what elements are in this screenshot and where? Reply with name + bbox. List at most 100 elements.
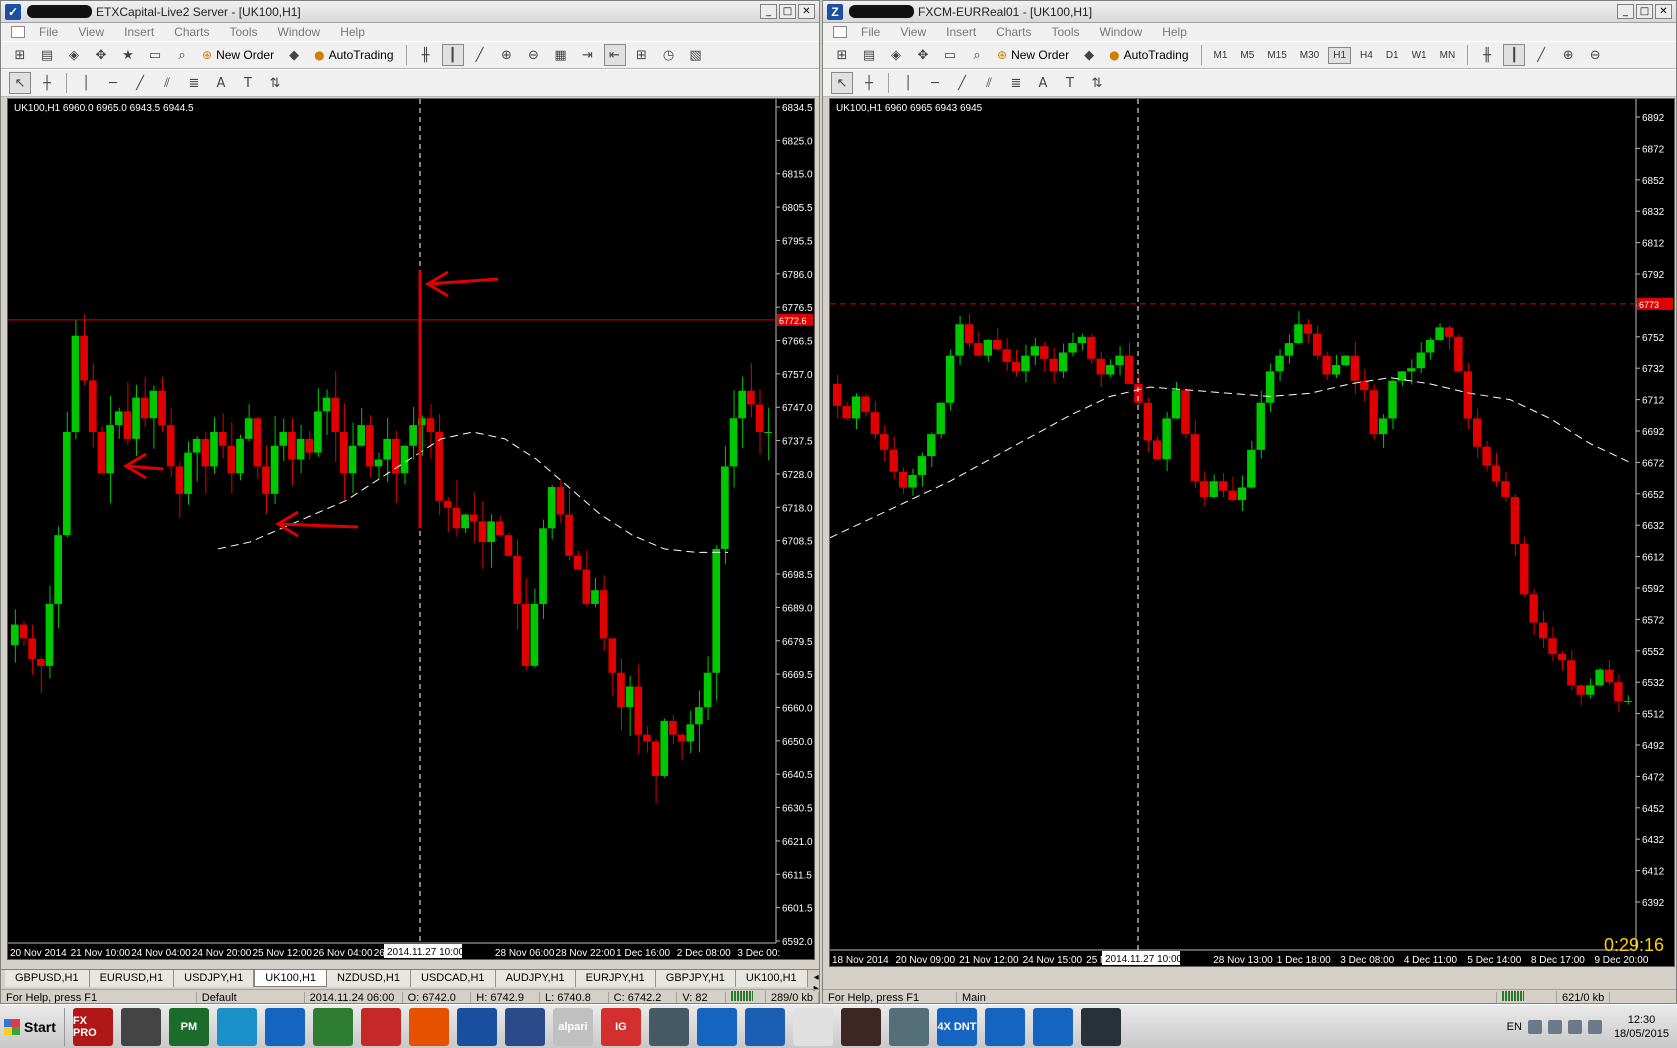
tab-gbpusd[interactable]: GBPUSD,H1 [5, 970, 90, 987]
bar-chart-icon[interactable]: ╫ [415, 44, 437, 66]
taskbar-app-12[interactable] [648, 1007, 689, 1046]
terminal-icon[interactable]: ▭ [144, 44, 166, 66]
tab-audjpy[interactable]: AUDJPY,H1 [495, 970, 576, 987]
taskbar-app-18[interactable]: 4X DNT [936, 1007, 977, 1046]
fibonacci-icon[interactable]: ≣ [183, 72, 205, 94]
taskbar-app-15[interactable] [792, 1007, 833, 1046]
channel-icon[interactable]: ⫽ [978, 72, 1000, 94]
taskbar-app-4[interactable] [264, 1007, 305, 1046]
data-window-icon[interactable]: ✥ [90, 44, 112, 66]
taskbar-app-9[interactable] [504, 1007, 545, 1046]
taskbar-app-20[interactable] [1032, 1007, 1073, 1046]
horizontal-line-icon[interactable]: ─ [102, 72, 124, 94]
left-price-chart[interactable]: 6834.5 6825.0 6815.0 6805.5 6795.5 6786.0 6776… [8, 99, 816, 961]
menu-window[interactable]: Window [1090, 25, 1153, 39]
tab-usdjpy[interactable]: USDJPY,H1 [174, 970, 255, 987]
menu-help[interactable]: Help [1152, 25, 1197, 39]
periods-icon[interactable]: ◷ [658, 44, 680, 66]
vertical-line-icon[interactable]: │ [75, 72, 97, 94]
trendline-icon[interactable]: ╱ [951, 72, 973, 94]
menu-file[interactable]: File [29, 25, 68, 39]
fibonacci-icon[interactable]: ≣ [1005, 72, 1027, 94]
taskbar-app-10[interactable]: alpari [552, 1007, 593, 1046]
line-chart-icon[interactable]: ╱ [469, 44, 491, 66]
line-chart-icon[interactable]: ╱ [1530, 44, 1552, 66]
candlestick-icon[interactable]: ┃ [441, 44, 464, 66]
arrows-icon[interactable]: ⇅ [1086, 72, 1108, 94]
indicators-icon[interactable]: ⊞ [631, 44, 653, 66]
channel-icon[interactable]: ⫽ [156, 72, 178, 94]
tab-gbpjpy[interactable]: GBPJPY,H1 [655, 970, 736, 987]
zoom-out-icon[interactable]: ⊖ [523, 44, 545, 66]
market-watch-icon[interactable]: ◈ [63, 44, 85, 66]
taskbar-app-6[interactable] [360, 1007, 401, 1046]
system-clock[interactable]: 12:30 18/05/2015 [1614, 1013, 1669, 1041]
maximize-button[interactable]: □ [779, 4, 796, 19]
market-watch-icon[interactable]: ◈ [885, 44, 907, 66]
new-order-button[interactable]: ⊕ New Order [198, 48, 278, 62]
timeframe-m30[interactable]: M30 [1296, 48, 1323, 63]
strategy-tester-icon[interactable]: ⌕ [966, 44, 988, 66]
start-button[interactable]: Start [0, 1007, 65, 1046]
taskbar-app-11[interactable]: IG [600, 1007, 641, 1046]
volume-icon[interactable] [1567, 1019, 1582, 1034]
menu-insert[interactable]: Insert [936, 25, 986, 39]
menu-view[interactable]: View [68, 25, 114, 39]
tab-scroll-icon[interactable]: ◂ ▸ [808, 970, 819, 994]
templates-icon[interactable]: ▧ [685, 44, 707, 66]
autoscroll-icon[interactable]: ⇥ [577, 44, 599, 66]
cursor-icon[interactable]: ↖ [831, 72, 853, 94]
autotrading-button[interactable]: ● AutoTrading [310, 48, 397, 62]
bar-chart-icon[interactable]: ╫ [1476, 44, 1498, 66]
navigator-icon[interactable]: ★ [117, 44, 139, 66]
right-price-chart[interactable]: 6892687268526832681267926772675267326712… [830, 99, 1676, 968]
arrows-icon[interactable]: ⇅ [264, 72, 286, 94]
right-chart-area[interactable]: 6892687268526832681267926772675267326712… [829, 98, 1675, 967]
navigator-icon[interactable]: ▭ [939, 44, 961, 66]
profiles-icon[interactable]: ▤ [36, 44, 58, 66]
new-chart-icon[interactable]: ⊞ [9, 44, 31, 66]
minimize-button[interactable]: _ [760, 4, 777, 19]
chart-shift-icon[interactable]: ⇤ [603, 44, 626, 66]
language-indicator[interactable]: EN [1507, 1021, 1522, 1033]
horizontal-line-icon[interactable]: ─ [924, 72, 946, 94]
menu-tools[interactable]: Tools [220, 25, 268, 39]
text-icon[interactable]: A [210, 72, 232, 94]
timeframe-m5[interactable]: M5 [1236, 48, 1258, 63]
minimize-button[interactable]: _ [1617, 4, 1634, 19]
close-button[interactable]: ✕ [798, 4, 815, 19]
menu-help[interactable]: Help [330, 25, 375, 39]
new-order-button[interactable]: ⊕ New Order [993, 48, 1073, 62]
profiles-icon[interactable]: ▤ [858, 44, 880, 66]
autotrading-button[interactable]: ● AutoTrading [1105, 48, 1192, 62]
timeframe-mn[interactable]: MN [1436, 48, 1460, 63]
tab-uk100-second[interactable]: UK100,H1 [735, 970, 808, 987]
tab-eurjpy[interactable]: EURJPY,H1 [575, 970, 656, 987]
taskbar-app-19[interactable] [984, 1007, 1025, 1046]
timeframe-h1[interactable]: H1 [1328, 46, 1352, 64]
timeframe-m15[interactable]: M15 [1263, 48, 1290, 63]
menu-file[interactable]: File [851, 25, 890, 39]
taskbar-app-8[interactable] [456, 1007, 497, 1046]
taskbar-app-13[interactable] [696, 1007, 737, 1046]
zoom-in-icon[interactable]: ⊕ [496, 44, 518, 66]
maximize-button[interactable]: □ [1636, 4, 1653, 19]
tab-usdcad[interactable]: USDCAD,H1 [410, 970, 496, 987]
trendline-icon[interactable]: ╱ [129, 72, 151, 94]
cursor-icon[interactable]: ↖ [9, 72, 31, 94]
taskbar-app-17[interactable] [888, 1007, 929, 1046]
taskbar-app-3[interactable] [216, 1007, 257, 1046]
text-label-icon[interactable]: T [1059, 72, 1081, 94]
strategy-tester-icon[interactable]: ⌕ [171, 44, 193, 66]
text-icon[interactable]: A [1032, 72, 1054, 94]
taskbar-app-21[interactable] [1080, 1007, 1121, 1046]
tray-icon[interactable] [1527, 1019, 1542, 1034]
new-chart-icon[interactable]: ⊞ [831, 44, 853, 66]
metaeditor-icon[interactable]: ◆ [1078, 44, 1100, 66]
taskbar-app-0[interactable]: FX PRO [72, 1007, 113, 1046]
timeframe-h4[interactable]: H4 [1356, 48, 1377, 63]
data-window-icon[interactable]: ✥ [912, 44, 934, 66]
text-label-icon[interactable]: T [237, 72, 259, 94]
close-button[interactable]: ✕ [1655, 4, 1672, 19]
menu-tools[interactable]: Tools [1042, 25, 1090, 39]
